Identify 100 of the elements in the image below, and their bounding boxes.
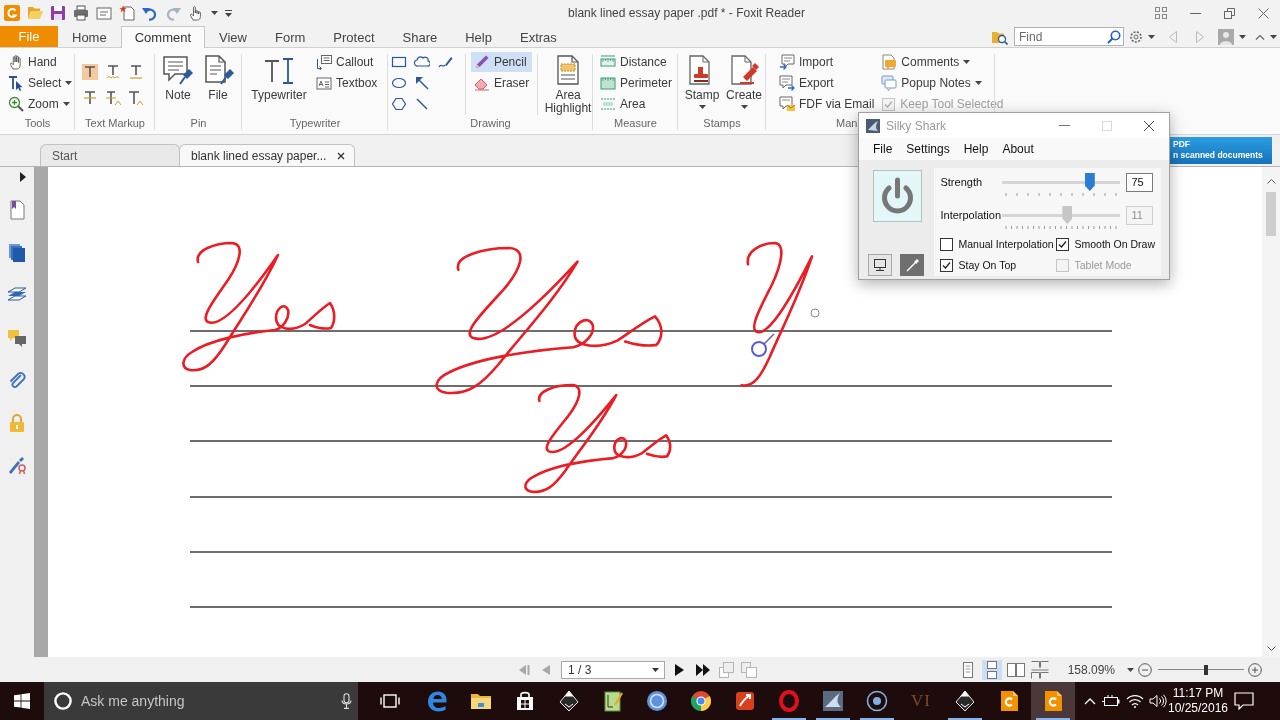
- signature-icon[interactable]: [7, 455, 27, 475]
- zoom-in-icon[interactable]: [1248, 662, 1262, 677]
- pointer-hand-icon[interactable]: [188, 5, 204, 21]
- highlight-icon[interactable]: [82, 64, 98, 80]
- new-document-icon[interactable]: [119, 5, 135, 21]
- zoom-out-icon[interactable]: [1138, 662, 1152, 677]
- select-tool-button[interactable]: Select: [5, 73, 76, 93]
- ribbon-display-icon[interactable]: [1154, 7, 1167, 19]
- insert-text-icon[interactable]: [128, 90, 144, 106]
- hand-tool-button[interactable]: Hand: [5, 52, 76, 72]
- scroll-down-icon[interactable]: [1266, 646, 1276, 651]
- clock-date[interactable]: 10/25/2016: [1167, 701, 1229, 716]
- ribbon-tab[interactable]: View: [205, 26, 261, 47]
- taskbar-button[interactable]: [1031, 682, 1075, 720]
- windows-logo-icon[interactable]: [14, 693, 30, 709]
- close-icon[interactable]: [337, 151, 345, 160]
- attachment-icon[interactable]: [7, 370, 27, 390]
- eraser-button[interactable]: Eraser: [470, 73, 533, 93]
- area-highlight-button[interactable]: Area Highlight: [543, 52, 593, 115]
- comments-menu-button[interactable]: Comments: [878, 52, 1004, 72]
- print-icon[interactable]: [73, 5, 89, 21]
- rectangle-icon[interactable]: [391, 54, 407, 70]
- typewriter-button[interactable]: Typewriter: [245, 52, 313, 102]
- speaker-icon[interactable]: [1149, 694, 1167, 708]
- popup-notes-menu-button[interactable]: Popup Notes: [878, 73, 1004, 93]
- pages-icon[interactable]: [7, 242, 27, 263]
- menu-item[interactable]: Settings: [906, 142, 950, 156]
- area-button[interactable]: Area: [597, 94, 675, 114]
- callout-button[interactable]: Callout: [313, 52, 381, 72]
- ribbon-tab[interactable]: Help: [451, 26, 506, 47]
- task-view-icon[interactable]: [380, 693, 400, 709]
- notifications-icon[interactable]: [1234, 692, 1254, 710]
- email-button[interactable]: FDF via Email: [776, 94, 878, 114]
- close-icon[interactable]: [1257, 7, 1269, 19]
- ribbon-tab[interactable]: Home: [58, 26, 121, 47]
- underline-icon[interactable]: [128, 64, 144, 80]
- wifi-icon[interactable]: [1126, 694, 1144, 708]
- file-attachment-button[interactable]: File: [198, 52, 238, 102]
- zoom-tool-button[interactable]: Zoom: [5, 94, 76, 114]
- continuous-facing-icon[interactable]: [1029, 659, 1050, 680]
- ribbon-tab[interactable]: Protect: [319, 26, 389, 47]
- power-icon[interactable]: [873, 170, 922, 222]
- save-icon[interactable]: [50, 5, 66, 21]
- create-stamp-button[interactable]: Create: [723, 52, 765, 109]
- document-tab[interactable]: Start: [40, 144, 180, 166]
- arrow-icon[interactable]: [414, 75, 430, 91]
- undo-icon[interactable]: [142, 5, 158, 21]
- ad-banner[interactable]: PDF n scanned documents: [1170, 137, 1272, 164]
- slider-thumb[interactable]: [1084, 173, 1095, 191]
- value-field[interactable]: 75: [1126, 172, 1154, 192]
- zoom-level[interactable]: 158.09%: [1067, 662, 1115, 677]
- menu-item[interactable]: About: [1002, 142, 1034, 156]
- cloud-icon[interactable]: [414, 54, 430, 70]
- eyedropper-icon[interactable]: [900, 254, 924, 276]
- textbox-button[interactable]: Textbox: [313, 73, 381, 93]
- export-button[interactable]: Export: [776, 73, 878, 93]
- stamp-button[interactable]: Stamp: [681, 52, 723, 109]
- microphone-icon[interactable]: [341, 693, 352, 709]
- checkbox[interactable]: [1056, 237, 1070, 251]
- checkbox[interactable]: [940, 237, 954, 251]
- squiggly-underline-icon[interactable]: [105, 64, 121, 80]
- import-button[interactable]: Import: [776, 52, 878, 72]
- pencil-button[interactable]: Pencil: [470, 52, 533, 72]
- distance-button[interactable]: Distance: [597, 52, 675, 72]
- menu-item[interactable]: File: [873, 142, 893, 156]
- bookmark-icon[interactable]: [7, 200, 27, 220]
- last-page-icon[interactable]: [695, 661, 711, 678]
- vertical-scrollbar[interactable]: [1262, 167, 1280, 657]
- search-field[interactable]: Ask me anything: [44, 682, 358, 720]
- ribbon-tab[interactable]: Extras: [506, 26, 571, 47]
- find-field[interactable]: Find: [1014, 27, 1124, 46]
- close-icon[interactable]: [1144, 120, 1154, 131]
- page-field[interactable]: 1 / 3: [561, 660, 665, 679]
- clock-time[interactable]: 11:17 PM: [1172, 686, 1224, 701]
- replace-text-icon[interactable]: [105, 90, 121, 106]
- battery-icon[interactable]: [1101, 694, 1121, 708]
- ribbon-tab[interactable]: Form: [261, 26, 320, 47]
- zoom-slider-thumb[interactable]: [1204, 664, 1209, 675]
- perimeter-button[interactable]: Perimeter: [597, 73, 675, 93]
- strikeout-icon[interactable]: [82, 90, 98, 106]
- document-tab[interactable]: blank lined essay paper...: [179, 144, 355, 166]
- customize-icon[interactable]: [225, 9, 232, 17]
- polygon-icon[interactable]: [391, 96, 407, 112]
- search-icon[interactable]: [1107, 29, 1121, 44]
- scrollbar-thumb[interactable]: [1266, 192, 1276, 236]
- menu-item[interactable]: Help: [963, 142, 989, 156]
- ribbon-tab[interactable]: Comment: [120, 26, 206, 48]
- pen-icon[interactable]: [437, 54, 453, 70]
- note-button[interactable]: Note: [158, 52, 198, 102]
- ribbon-tab[interactable]: Share: [388, 26, 452, 47]
- ellipse-icon[interactable]: [391, 75, 407, 91]
- continuous-page-icon[interactable]: [981, 659, 1002, 680]
- gear-icon[interactable]: [1129, 29, 1143, 44]
- checkbox[interactable]: [940, 258, 954, 272]
- scroll-up-icon[interactable]: [1266, 179, 1276, 184]
- monitor-icon[interactable]: [868, 254, 892, 276]
- minimize-icon[interactable]: [1189, 12, 1201, 14]
- expand-arrow-icon[interactable]: [20, 172, 26, 182]
- line-icon[interactable]: [414, 96, 430, 112]
- comments-icon[interactable]: [7, 327, 27, 348]
